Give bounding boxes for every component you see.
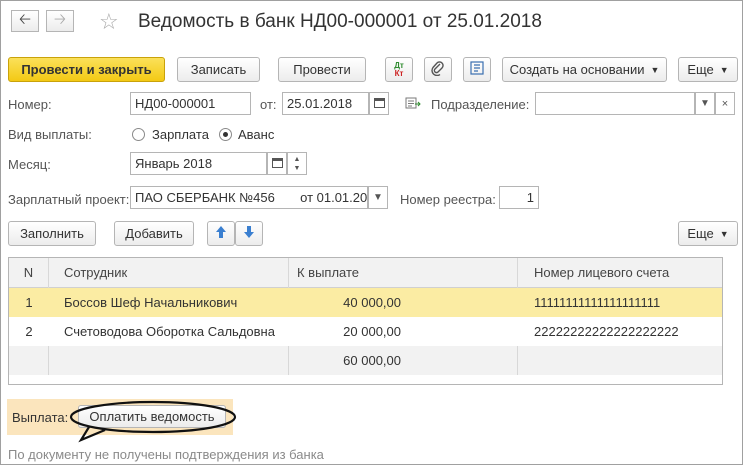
document-link-icon[interactable] xyxy=(405,96,421,113)
col-account[interactable]: Номер лицевого счета xyxy=(518,258,722,288)
registry-field[interactable]: 1 xyxy=(499,186,539,209)
division-dropdown-button[interactable]: ▼ xyxy=(695,92,715,115)
employees-table: N Сотрудник К выплате Номер лицевого сче… xyxy=(8,257,723,385)
salary-project-dropdown-button[interactable]: ▼ xyxy=(368,186,388,209)
post-and-close-button[interactable]: Провести и закрыть xyxy=(8,57,165,82)
fill-button[interactable]: Заполнить xyxy=(8,221,96,246)
row-employee: Боссов Шеф Начальникович xyxy=(64,295,238,310)
chevron-down-icon: ▼ xyxy=(650,64,660,75)
row-account: 22222222222222222222 xyxy=(534,324,679,339)
table-more-button[interactable]: Еще ▼ xyxy=(678,221,738,246)
document-window: 🡠 🡢 ☆ Ведомость в банк НД00-000001 от 25… xyxy=(0,0,743,465)
create-based-on-label: Создать на основании xyxy=(509,62,645,77)
more-button[interactable]: Еще ▼ xyxy=(678,57,738,82)
payment-label: Выплата: xyxy=(12,410,69,425)
radio-advance[interactable] xyxy=(219,128,232,141)
arrow-left-icon: 🡠 xyxy=(18,10,32,28)
date-field[interactable]: 25.01.2018 xyxy=(282,92,369,115)
arrow-right-icon: 🡢 xyxy=(53,10,67,28)
calendar-icon xyxy=(373,97,385,111)
total-spacer-cell xyxy=(409,346,518,375)
forward-button[interactable]: 🡢 xyxy=(46,10,74,32)
more-label: Еще xyxy=(687,62,714,77)
chevron-down-icon: ▼ xyxy=(373,192,383,203)
row-account: 11111111111111111111 xyxy=(534,295,661,310)
dtkt-bottom: Кт xyxy=(394,68,404,78)
chevron-down-icon: ▼ xyxy=(700,98,710,109)
month-calendar-button[interactable] xyxy=(267,152,287,175)
radio-advance-label: Аванс xyxy=(238,127,275,142)
back-button[interactable]: 🡠 xyxy=(11,10,39,32)
row-employee: Счетоводова Оборотка Сальдовна xyxy=(64,324,275,339)
payment-type-label: Вид выплаты: xyxy=(8,127,92,142)
bank-status-text: По документу не получены подтверждения и… xyxy=(8,447,324,462)
total-account-cell xyxy=(518,346,722,375)
division-label: Подразделение: xyxy=(431,97,530,112)
spinner-down-icon[interactable]: ▼ xyxy=(294,164,301,173)
date-label: от: xyxy=(260,97,277,112)
structure-button[interactable] xyxy=(463,57,491,82)
arrow-up-icon xyxy=(215,225,227,242)
save-button[interactable]: Записать xyxy=(177,57,260,82)
highlight-ellipse xyxy=(69,400,237,443)
structure-icon xyxy=(469,60,485,79)
month-field[interactable]: Январь 2018 xyxy=(130,152,267,175)
attach-button[interactable] xyxy=(424,57,452,82)
favorite-star-icon[interactable]: ☆ xyxy=(99,9,119,35)
total-n-cell xyxy=(9,346,49,375)
dtkt-button[interactable]: Дт Кт xyxy=(385,57,413,82)
total-amount: 60 000,00 xyxy=(343,353,401,368)
radio-salary[interactable] xyxy=(132,128,145,141)
col-amount[interactable]: К выплате xyxy=(289,258,518,288)
col-n[interactable]: N xyxy=(9,258,49,288)
page-title: Ведомость в банк НД00-000001 от 25.01.20… xyxy=(138,11,542,32)
move-down-button[interactable] xyxy=(235,221,263,246)
row-n: 2 xyxy=(25,324,33,339)
create-based-on-button[interactable]: Создать на основании ▼ xyxy=(502,57,667,82)
post-button[interactable]: Провести xyxy=(278,57,366,82)
add-button[interactable]: Добавить xyxy=(114,221,194,246)
registry-label: Номер реестра: xyxy=(400,192,496,207)
spinner-up-icon[interactable]: ▲ xyxy=(294,155,301,164)
number-field[interactable]: НД00-000001 xyxy=(130,92,251,115)
table-total-row: 60 000,00 xyxy=(9,346,722,375)
number-label: Номер: xyxy=(8,97,52,112)
table-more-label: Еще xyxy=(687,226,714,241)
move-up-button[interactable] xyxy=(207,221,235,246)
month-spinner[interactable]: ▲ ▼ xyxy=(287,152,307,175)
calendar-icon xyxy=(271,157,283,171)
chevron-down-icon: ▼ xyxy=(719,64,729,75)
radio-salary-label: Зарплата xyxy=(152,127,209,142)
col-employee[interactable]: Сотрудник xyxy=(49,258,289,288)
salary-project-field[interactable]: ПАО СБЕРБАНК №456 от 01.01.20 xyxy=(130,186,368,209)
calendar-button[interactable] xyxy=(369,92,389,115)
arrow-down-icon xyxy=(243,225,255,242)
total-employee-cell xyxy=(49,346,289,375)
row-amount: 20 000,00 xyxy=(343,324,401,339)
row-amount: 40 000,00 xyxy=(343,295,401,310)
table-row[interactable]: 1 Боссов Шеф Начальникович 40 000,00 111… xyxy=(9,288,722,317)
paperclip-icon xyxy=(431,60,445,79)
table-row[interactable]: 2 Счетоводова Оборотка Сальдовна 20 000,… xyxy=(9,317,722,346)
month-label: Месяц: xyxy=(8,157,51,172)
division-field[interactable] xyxy=(535,92,695,115)
division-clear-button[interactable]: × xyxy=(715,92,735,115)
salary-project-label: Зарплатный проект: xyxy=(8,192,130,207)
table-header: N Сотрудник К выплате Номер лицевого сче… xyxy=(9,258,722,288)
chevron-down-icon: ▼ xyxy=(719,228,729,239)
row-n: 1 xyxy=(25,295,33,310)
clear-icon: × xyxy=(721,97,729,110)
